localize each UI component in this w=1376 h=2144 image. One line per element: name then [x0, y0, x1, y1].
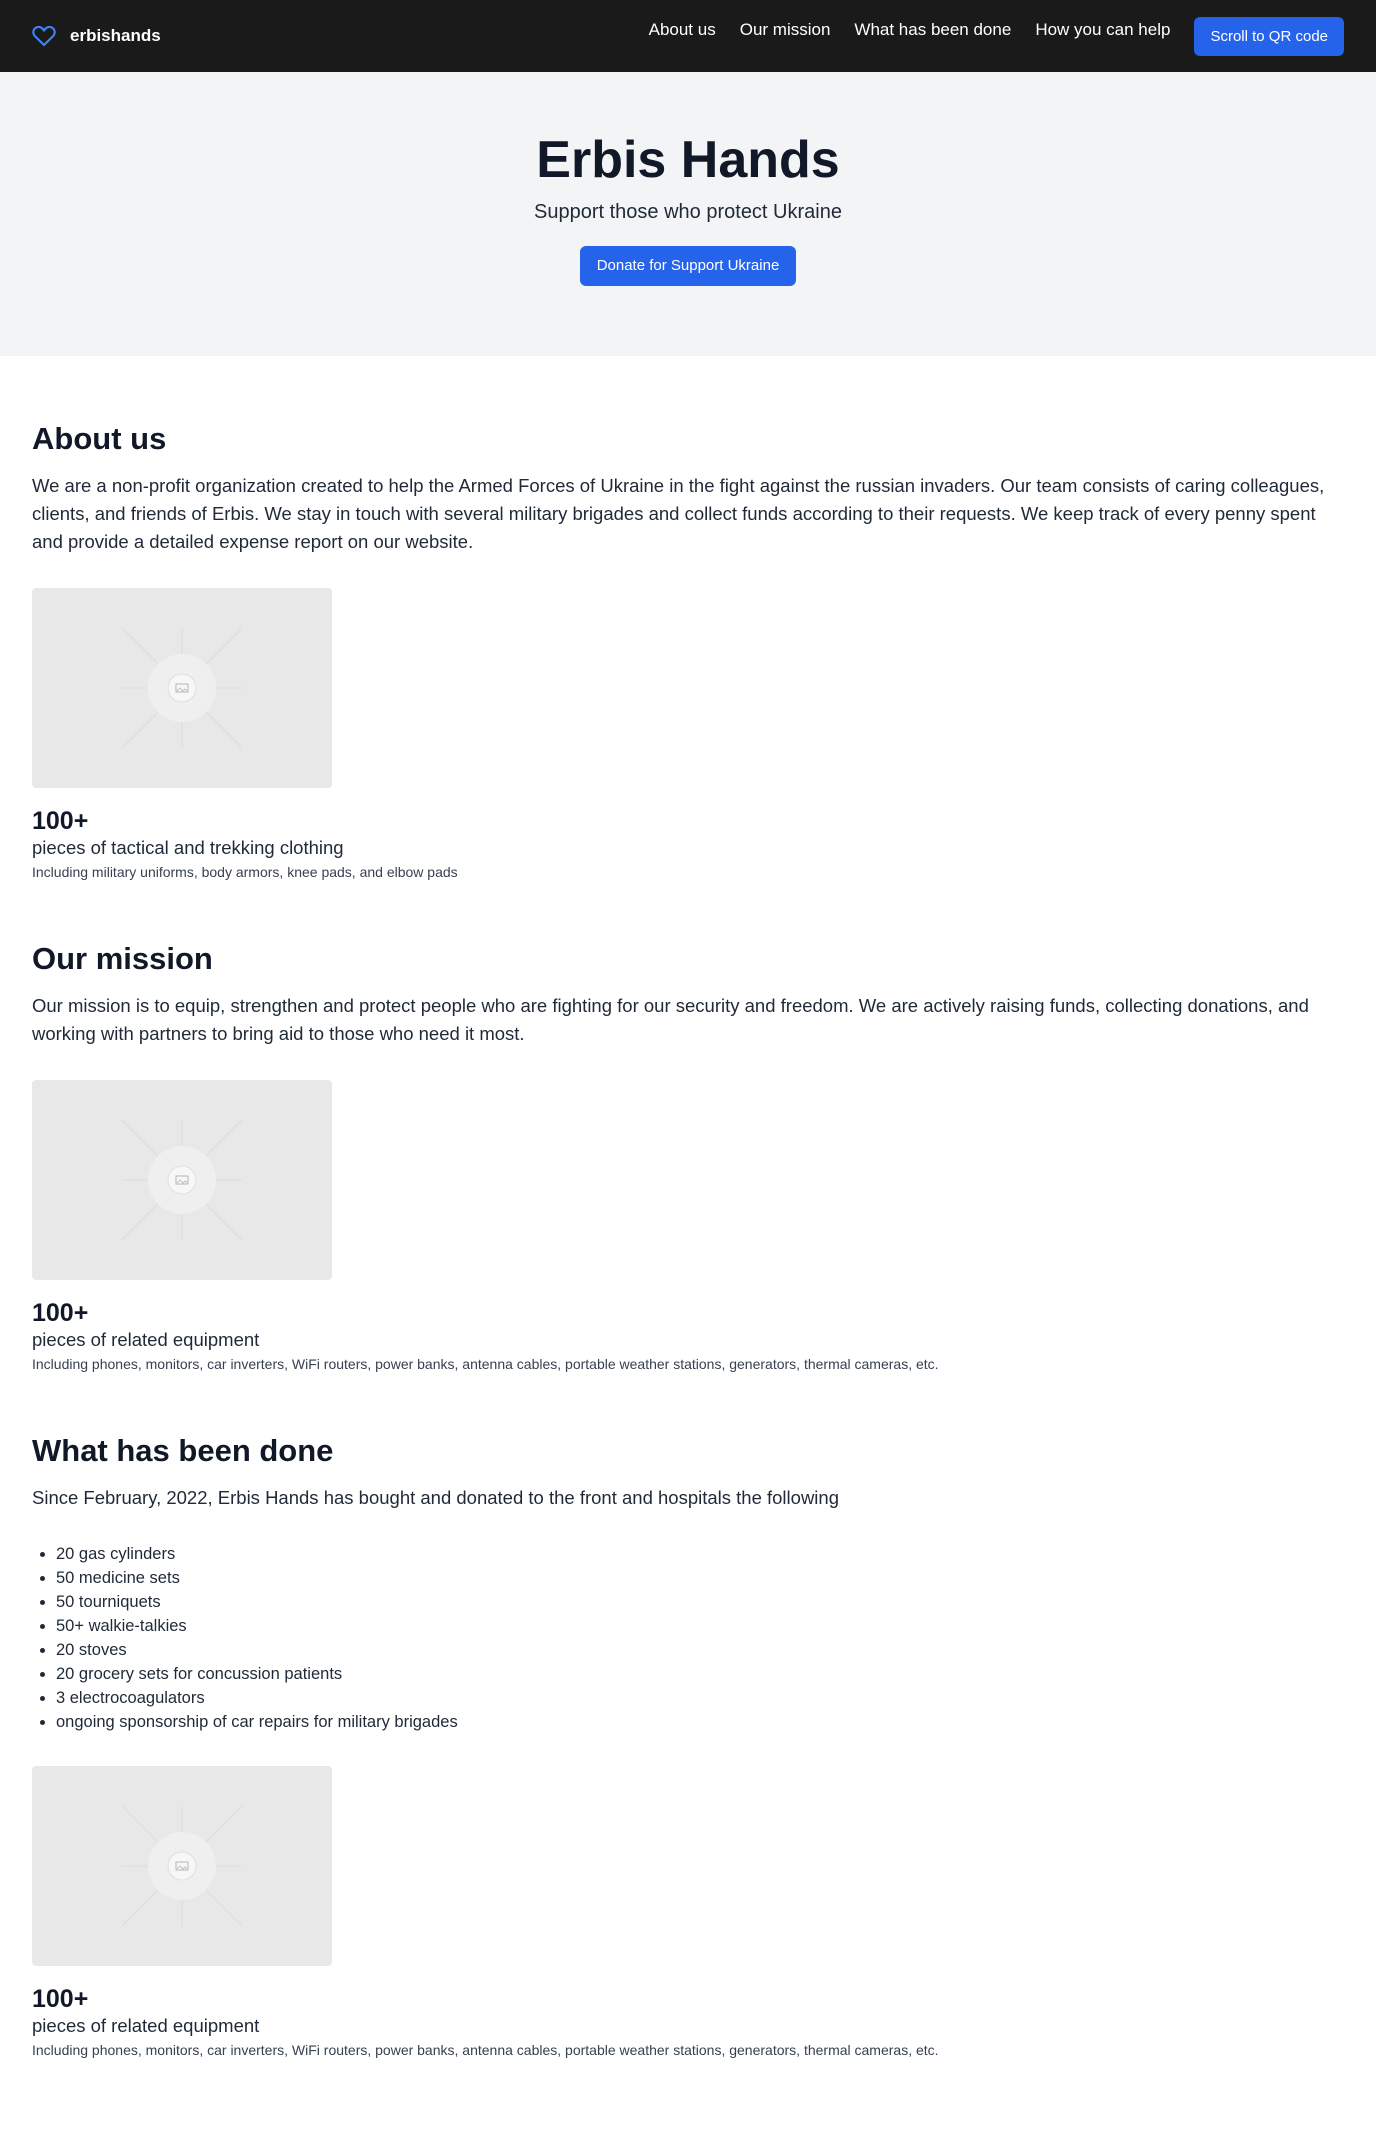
about-text: We are a non-profit organization created…: [32, 475, 1325, 552]
stat-value: 100+: [32, 1299, 89, 1327]
done-section: What has been done Since February, 2022,…: [32, 1374, 1344, 2060]
image-placeholder-icon: [122, 1806, 242, 1926]
donate-button[interactable]: Donate for Support Ukraine: [579, 246, 797, 286]
mission-image: [32, 1080, 332, 1280]
nav-link-help[interactable]: How you can help: [1035, 20, 1170, 40]
done-text: Since February, 2022, Erbis Hands has bo…: [32, 1487, 839, 1508]
stat-value: 100+: [32, 1985, 89, 2013]
image-placeholder-icon: [122, 1120, 242, 1240]
about-section: About us We are a non-profit organizatio…: [32, 356, 1344, 882]
list-item: 50 medicine sets: [56, 1566, 1344, 1590]
stat-description: Including military uniforms, body armors…: [32, 864, 458, 880]
navbar: erbishands About us Our mission What has…: [0, 0, 1376, 72]
hero-subtitle: Support those who protect Ukraine: [534, 201, 842, 223]
brand-name: erbishands: [70, 26, 161, 45]
main-content: About us We are a non-profit organizatio…: [0, 356, 1376, 2060]
stat-description: Including phones, monitors, car inverter…: [32, 2042, 939, 2058]
stat-description: Including phones, monitors, car inverter…: [32, 1356, 939, 1372]
about-title: About us: [32, 421, 167, 456]
heart-icon: [32, 25, 56, 47]
list-item: 20 grocery sets for concussion patients: [56, 1662, 1344, 1686]
stat-label: pieces of related equipment: [32, 1329, 260, 1350]
list-item: 20 stoves: [56, 1638, 1344, 1662]
brand[interactable]: erbishands: [32, 25, 161, 47]
nav-links: About us Our mission What has been done …: [649, 16, 1344, 56]
done-stat: 100+ pieces of related equipment Includi…: [32, 1984, 1344, 2060]
hero: Erbis Hands Support those who protect Uk…: [0, 72, 1376, 356]
list-item: ongoing sponsorship of car repairs for m…: [56, 1710, 1344, 1734]
about-stat: 100+ pieces of tactical and trekking clo…: [32, 806, 1344, 882]
nav-link-about[interactable]: About us: [649, 20, 716, 40]
hero-title: Erbis Hands: [536, 131, 840, 189]
image-placeholder-icon: [122, 628, 242, 748]
mission-title: Our mission: [32, 941, 213, 976]
mission-section: Our mission Our mission is to equip, str…: [32, 882, 1344, 1374]
done-image: [32, 1766, 332, 1966]
stat-label: pieces of related equipment: [32, 2015, 260, 2036]
list-item: 50 tourniquets: [56, 1590, 1344, 1614]
about-image: [32, 588, 332, 788]
scroll-to-qr-button[interactable]: Scroll to QR code: [1194, 16, 1344, 56]
donations-list: 20 gas cylinders 50 medicine sets 50 tou…: [32, 1542, 1344, 1734]
list-item: 50+ walkie-talkies: [56, 1614, 1344, 1638]
stat-value: 100+: [32, 807, 89, 835]
nav-link-done[interactable]: What has been done: [854, 20, 1011, 40]
done-title: What has been done: [32, 1433, 334, 1468]
mission-stat: 100+ pieces of related equipment Includi…: [32, 1298, 1344, 1374]
mission-text: Our mission is to equip, strengthen and …: [32, 995, 1309, 1044]
list-item: 20 gas cylinders: [56, 1542, 1344, 1566]
nav-link-mission[interactable]: Our mission: [740, 20, 831, 40]
stat-label: pieces of tactical and trekking clothing: [32, 837, 344, 858]
list-item: 3 electrocoagulators: [56, 1686, 1344, 1710]
